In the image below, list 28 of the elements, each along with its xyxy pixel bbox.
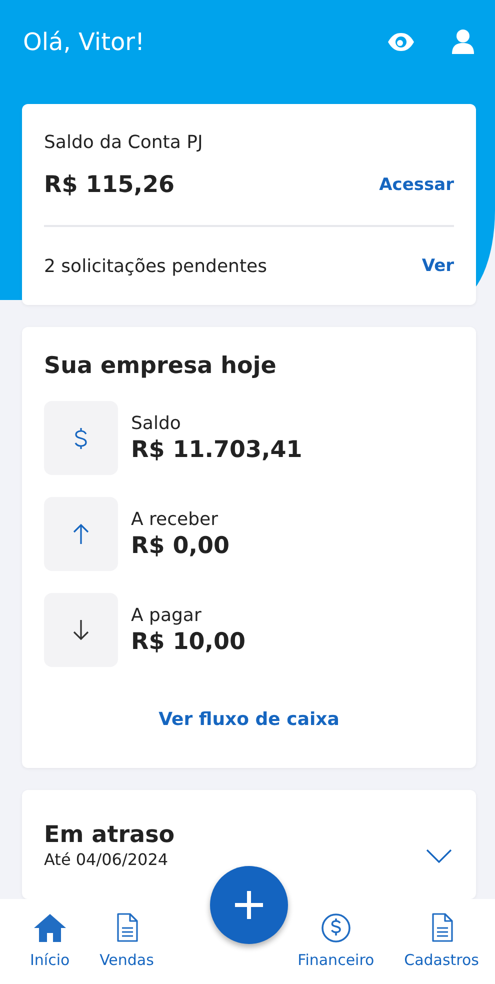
card-title: Em atraso xyxy=(44,822,175,848)
nav-tab[interactable]: Financeiro xyxy=(296,899,376,969)
plus-icon xyxy=(233,889,265,921)
document-icon xyxy=(116,913,138,943)
balance-amount: R$ 115,26 xyxy=(44,172,174,198)
item-label: Saldo xyxy=(131,413,182,434)
access-link[interactable]: Acessar xyxy=(379,175,454,195)
home-icon xyxy=(32,913,67,943)
greeting-text: Olá, Vitor! xyxy=(23,28,146,56)
nav-tab[interactable]: Vendas xyxy=(98,899,156,969)
document-icon xyxy=(430,913,453,943)
cash-flow-link[interactable]: Ver fluxo de caixa xyxy=(158,709,340,730)
nav-tab[interactable]: Início xyxy=(28,899,72,969)
item-value: R$ 0,00 xyxy=(131,533,230,559)
item-label: A pagar xyxy=(131,605,202,626)
chevron-down-icon[interactable] xyxy=(426,848,452,862)
view-link[interactable]: Ver xyxy=(422,256,454,276)
eye-icon[interactable] xyxy=(387,32,415,52)
item-value: R$ 11.703,41 xyxy=(131,437,302,463)
account-title: Saldo da Conta PJ xyxy=(44,131,204,153)
item-label: A receber xyxy=(131,509,219,530)
item-value: R$ 10,00 xyxy=(131,629,246,655)
due-date-text: Até 04/06/2024 xyxy=(44,850,170,869)
nav-tab[interactable]: Cadastros xyxy=(402,899,481,969)
dollar-circle-icon xyxy=(320,913,351,943)
user-icon[interactable] xyxy=(451,29,475,55)
card-title: Sua empresa hoje xyxy=(44,353,278,379)
pending-requests-text: 2 solicitações pendentes xyxy=(44,256,267,276)
